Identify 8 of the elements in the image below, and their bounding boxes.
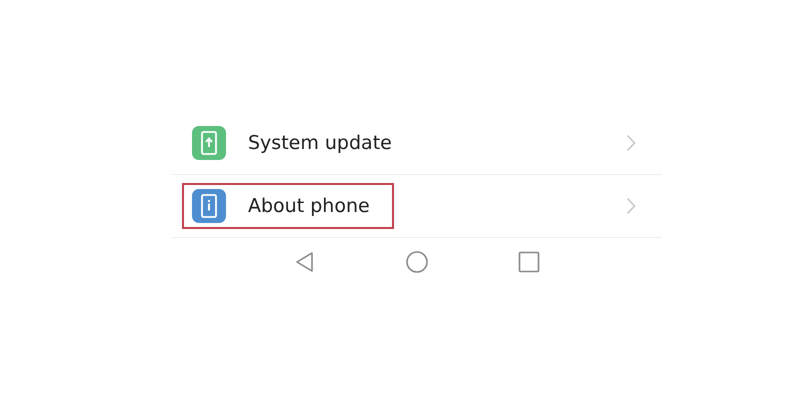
- chevron-right-icon: [626, 197, 636, 215]
- settings-item[interactable]: About phone: [172, 175, 662, 238]
- chevron-right-icon: [626, 134, 636, 152]
- home-button[interactable]: [405, 250, 429, 274]
- settings-item[interactable]: System update: [172, 112, 662, 175]
- item-label: About phone: [248, 195, 370, 217]
- item-label: System update: [248, 132, 392, 154]
- recents-button[interactable]: [517, 250, 541, 274]
